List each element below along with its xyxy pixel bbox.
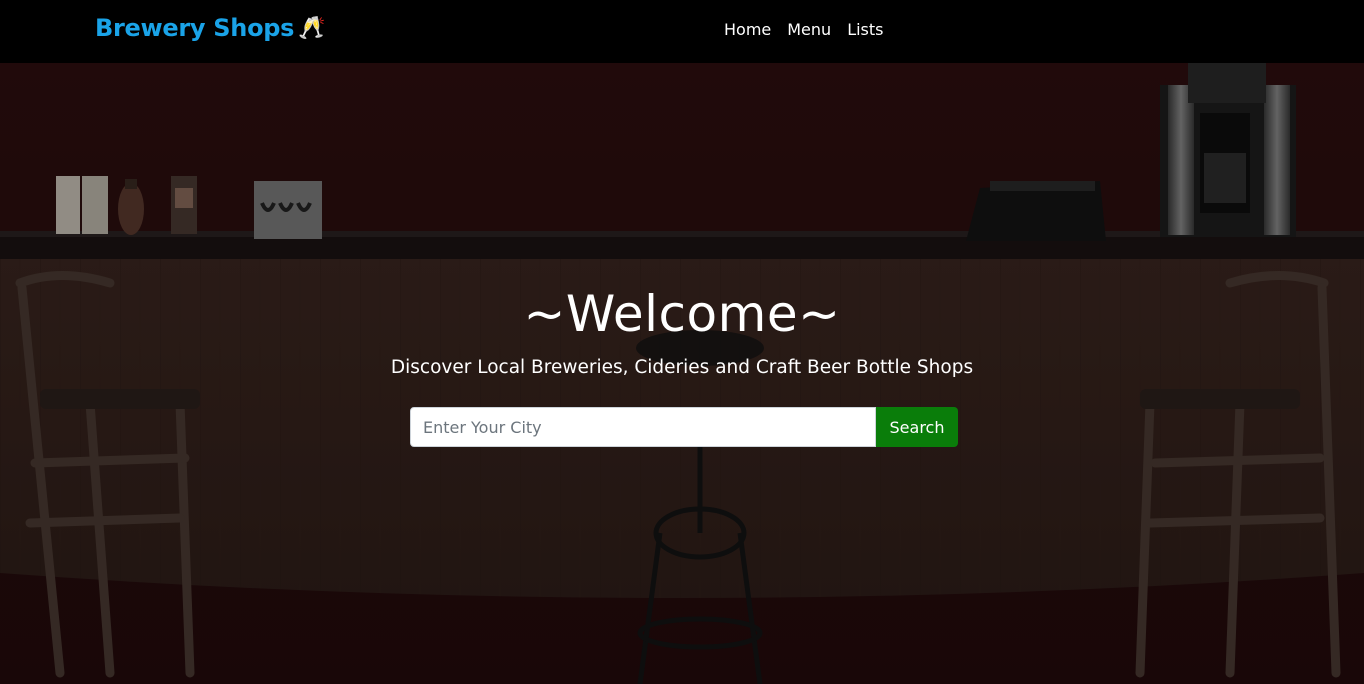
brand-logo-link[interactable]: Brewery Shops 🥂 [95, 14, 326, 42]
nav-link-home[interactable]: Home [724, 20, 771, 39]
hero-content: ~Welcome~ Discover Local Breweries, Cide… [0, 63, 1364, 684]
brand-name: Brewery Shops [95, 14, 295, 42]
navbar: Brewery Shops 🥂 Home Menu Lists [0, 0, 1364, 63]
nav-link-lists[interactable]: Lists [847, 20, 883, 39]
search-button[interactable]: Search [876, 407, 958, 447]
hero-section: ~Welcome~ Discover Local Breweries, Cide… [0, 63, 1364, 684]
hero-subtitle: Discover Local Breweries, Cideries and C… [390, 357, 974, 378]
welcome-heading: ~Welcome~ [523, 285, 841, 343]
city-search-input[interactable] [410, 407, 876, 447]
city-search-form: Search [410, 407, 958, 447]
nav-links: Home Menu Lists [724, 20, 884, 39]
nav-link-menu[interactable]: Menu [787, 20, 831, 39]
clinking-glasses-icon: 🥂 [298, 15, 326, 41]
